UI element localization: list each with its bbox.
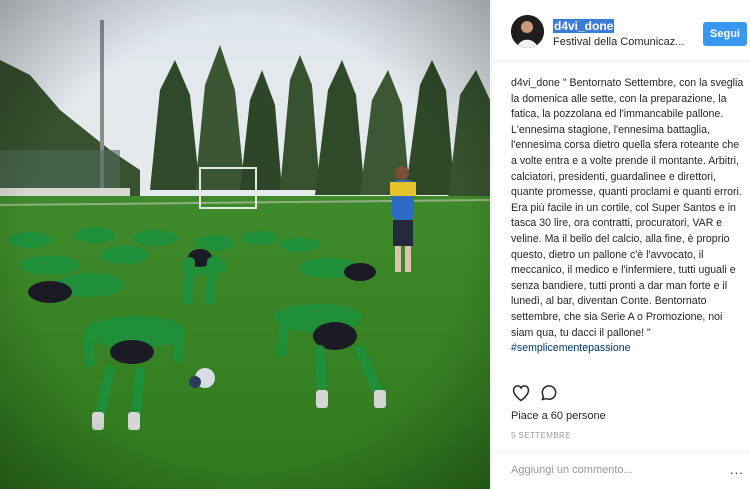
avatar[interactable]	[511, 15, 544, 48]
post-header: d4vi_done Festival della Comunicaz... Se…	[492, 0, 750, 62]
instagram-post: d4vi_done Festival della Comunicaz... Se…	[0, 0, 750, 489]
follow-button[interactable]: Segui	[703, 22, 747, 46]
speech-bubble-icon[interactable]	[539, 383, 559, 403]
post-photo[interactable]	[0, 0, 490, 489]
likes-count[interactable]: Piace a 60 persone	[511, 410, 606, 422]
post-sidebar: d4vi_done Festival della Comunicaz... Se…	[491, 0, 750, 489]
more-options-icon[interactable]: ...	[730, 462, 744, 477]
post-date[interactable]: 5 SETTEMBRE	[511, 431, 571, 440]
location-link[interactable]: Festival della Comunicaz...	[553, 36, 684, 48]
caption-text: " Bentornato Settembre, con la sveglia l…	[511, 77, 744, 339]
post-caption: d4vi_done " Bentornato Settembre, con la…	[511, 76, 747, 357]
caption-username[interactable]: d4vi_done	[511, 77, 560, 89]
comment-input[interactable]	[511, 464, 711, 476]
heart-outline-icon[interactable]	[511, 383, 531, 403]
caption-hashtag[interactable]: #semplicementepassione	[511, 342, 631, 354]
training-photo-illustration	[0, 0, 490, 489]
comment-section: ...	[492, 451, 750, 489]
header-username[interactable]: d4vi_done	[553, 19, 615, 33]
